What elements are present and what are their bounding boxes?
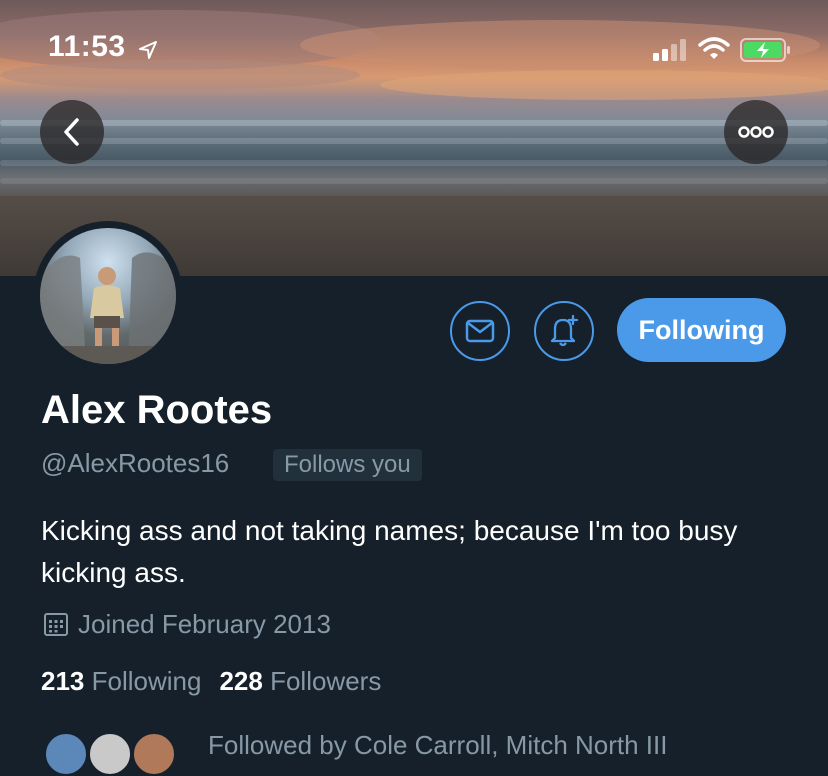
profile-name: Alex Rootes — [41, 388, 273, 432]
status-time: 11:53 — [48, 30, 126, 63]
profile-avatar[interactable] — [33, 221, 183, 371]
cellular-signal-icon — [653, 39, 686, 61]
message-button[interactable] — [450, 301, 510, 361]
avatar-photo — [40, 228, 176, 364]
following-link[interactable]: 213 Following — [41, 666, 201, 696]
followers-link[interactable]: 228 Followers — [219, 666, 381, 696]
avatar — [132, 732, 176, 776]
followed-by-text[interactable]: Followed by Cole Carroll, Mitch North II… — [208, 730, 667, 761]
calendar-icon — [44, 613, 68, 636]
profile-stats: 213 Following 228 Followers — [41, 666, 381, 697]
follows-you-badge: Follows you — [273, 449, 422, 481]
wifi-icon — [698, 37, 730, 59]
profile-bio: Kicking ass and not taking names; becaus… — [41, 515, 738, 588]
joined-date: Joined February 2013 — [78, 609, 331, 639]
following-button[interactable]: Following — [617, 298, 786, 362]
bell-plus-icon — [550, 314, 579, 347]
battery-charging-icon — [740, 38, 790, 62]
avatar — [44, 732, 88, 776]
followers-label: Followers — [270, 666, 382, 696]
more-dots-icon — [738, 126, 774, 138]
location-arrow-icon — [139, 41, 157, 59]
followers-count: 228 — [219, 666, 263, 696]
followed-by-avatars[interactable] — [44, 732, 194, 776]
following-label: Following — [91, 666, 202, 696]
notifications-button[interactable] — [534, 301, 594, 361]
chevron-left-icon — [64, 118, 79, 146]
avatar — [88, 732, 132, 776]
following-count: 213 — [41, 666, 85, 696]
back-button[interactable] — [40, 100, 104, 164]
envelope-icon — [465, 319, 495, 343]
more-options-button[interactable] — [724, 100, 788, 164]
profile-handle: @AlexRootes16 — [41, 448, 230, 478]
